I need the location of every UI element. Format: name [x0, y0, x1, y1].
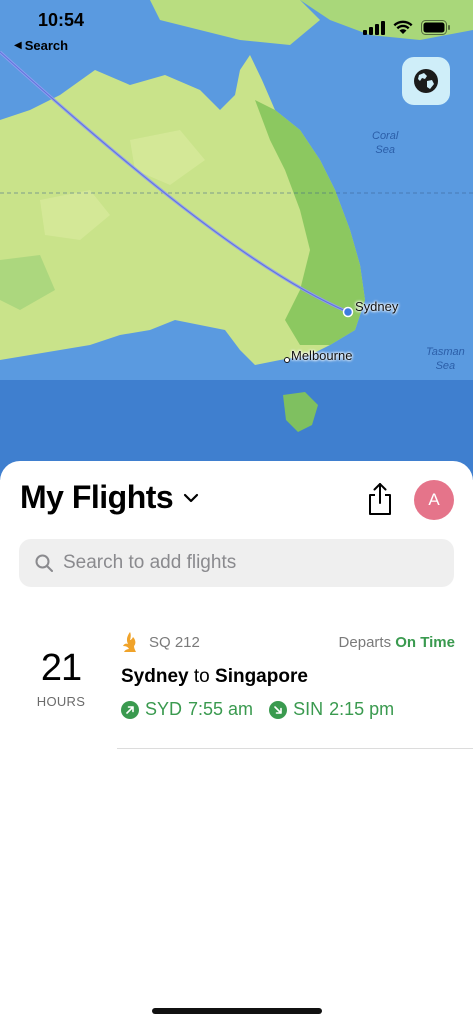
destination-city: Singapore: [215, 666, 308, 687]
back-triangle-icon: ◀: [14, 40, 22, 51]
avatar[interactable]: A: [414, 480, 454, 520]
countdown-unit: HOURS: [36, 694, 86, 709]
map-label-tasman-sea: Tasman Sea: [426, 346, 465, 372]
search-icon: [35, 554, 53, 572]
route-connector: to: [193, 666, 210, 687]
map-label-coral-sea: Coral Sea: [372, 130, 399, 156]
departure-countdown: 21 HOURS: [26, 647, 96, 709]
status-icons: [363, 20, 451, 35]
status-time: 10:54: [38, 10, 85, 30]
share-button[interactable]: [366, 481, 394, 517]
arrival-arrow-icon: [269, 700, 288, 719]
flights-sheet: My Flights A 21 HOURS: [0, 461, 473, 1024]
map-label-sydney: Sydney: [355, 299, 399, 314]
back-label: Search: [24, 38, 69, 53]
globe-icon: [414, 69, 438, 93]
flight-times: SYD 7:55 am SIN 2:15 pm: [121, 699, 455, 720]
destination-code: SIN: [293, 699, 324, 719]
page-title: My Flights: [20, 479, 174, 515]
origin-time: 7:55 am: [188, 699, 254, 719]
departs-label: Departs: [338, 633, 392, 651]
chevron-down-icon: [184, 493, 199, 502]
globe-view-button[interactable]: [402, 57, 450, 105]
arrival-leg: SIN 2:15 pm: [269, 699, 394, 720]
departure-arrow-icon: [121, 700, 139, 719]
status-bar: 10:54 ◀ Search: [0, 0, 473, 56]
flights-title-menu[interactable]: My Flights: [20, 479, 199, 516]
flight-route: Sydney to Singapore: [121, 666, 455, 688]
map-label-melbourne: Melbourne: [291, 348, 353, 363]
home-indicator[interactable]: [152, 1008, 322, 1014]
departure-leg: SYD 7:55 am: [121, 699, 253, 720]
signal-icon: [363, 20, 385, 35]
airline-logo-icon: [123, 632, 136, 652]
origin-code: SYD: [145, 699, 183, 719]
countdown-value: 21: [40, 647, 82, 689]
departure-status: Departs On Time: [339, 634, 455, 651]
back-to-search-link[interactable]: ◀ Search: [14, 38, 68, 53]
destination-time: 2:15 pm: [329, 699, 395, 719]
flight-info: SQ 212 Departs On Time Sydney to Singapo…: [121, 631, 455, 720]
origin-city: Sydney: [121, 666, 189, 687]
battery-icon: [421, 20, 450, 35]
share-icon: [369, 483, 391, 515]
search-bar[interactable]: [19, 539, 454, 587]
search-input[interactable]: [63, 552, 423, 574]
list-divider: [117, 748, 473, 749]
flight-card[interactable]: 21 HOURS SQ 212 Departs On Time Sydney t…: [0, 621, 473, 749]
flight-code: SQ 212: [149, 633, 200, 651]
on-time-status: On Time: [395, 633, 455, 651]
wifi-icon: [393, 20, 413, 34]
